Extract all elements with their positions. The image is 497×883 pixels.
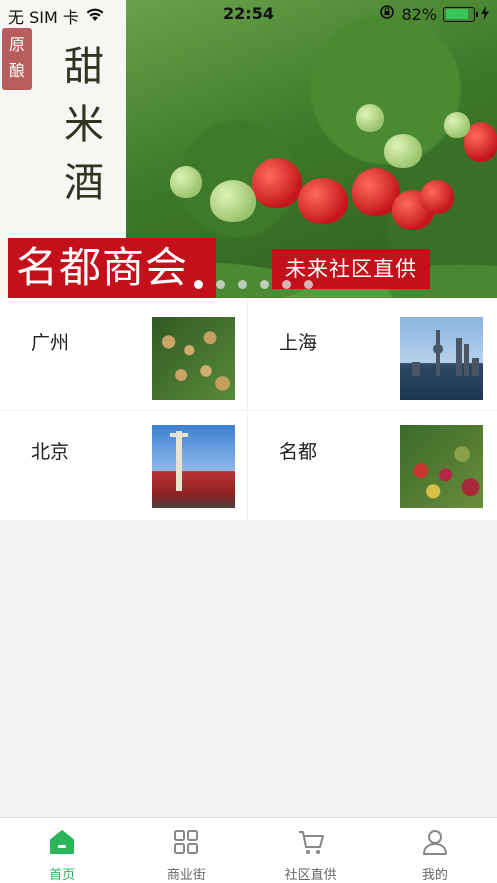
tab-business-street[interactable]: 商业街 [124, 818, 248, 883]
city-name: 广州 [31, 332, 70, 354]
carousel-dot[interactable] [304, 280, 313, 289]
tab-label: 社区直供 [284, 868, 337, 883]
tab-community-supply[interactable]: 社区直供 [249, 818, 373, 883]
tab-label: 首页 [49, 868, 76, 883]
tiananmen-image [152, 425, 235, 508]
carousel-indicator[interactable] [0, 280, 497, 289]
battery-icon [443, 6, 478, 22]
charging-icon [481, 5, 489, 24]
tab-profile[interactable]: 我的 [373, 818, 497, 883]
banner-text-panel: 原酿 甜米酒 [0, 0, 126, 240]
carousel-dot[interactable] [216, 280, 225, 289]
carousel-dot[interactable] [282, 280, 291, 289]
banner-main-tag: 名都商会 [8, 238, 216, 298]
city-card-mingdu[interactable]: 名都 [248, 411, 497, 520]
carousel-dot[interactable] [238, 280, 247, 289]
promo-banner[interactable]: 原酿 甜米酒 名都商会 未来社区直供 [0, 0, 497, 298]
city-card-shanghai[interactable]: 上海 [248, 298, 497, 411]
cart-icon [297, 828, 325, 856]
user-icon [421, 828, 449, 856]
longan-image [152, 317, 235, 400]
grapes-image [400, 425, 483, 508]
carousel-dot[interactable] [194, 280, 203, 289]
tab-label: 我的 [421, 868, 448, 883]
home-icon [48, 828, 76, 856]
bottom-tab-bar: 首页 商业街 社区直供 我的 [0, 817, 497, 883]
city-name: 名都 [279, 441, 318, 463]
orientation-lock-icon [379, 4, 395, 24]
banner-vertical-title: 甜米酒 [64, 44, 104, 206]
city-card-guangzhou[interactable]: 广州 [0, 298, 248, 411]
city-name: 北京 [31, 441, 70, 463]
tab-label: 商业街 [166, 868, 206, 883]
battery-percent: 82% [401, 4, 437, 24]
city-card-beijing[interactable]: 北京 [0, 411, 248, 520]
status-bar: 无 SIM 卡 22:54 82% [0, 0, 497, 28]
seal-stamp: 原酿 [2, 28, 32, 90]
tab-home[interactable]: 首页 [0, 818, 124, 883]
carousel-dot[interactable] [260, 280, 269, 289]
city-grid: 广州 上海 北京 名都 [0, 298, 497, 520]
city-name: 上海 [279, 332, 318, 354]
grid-icon [172, 828, 200, 856]
shanghai-skyline-image [400, 317, 483, 400]
